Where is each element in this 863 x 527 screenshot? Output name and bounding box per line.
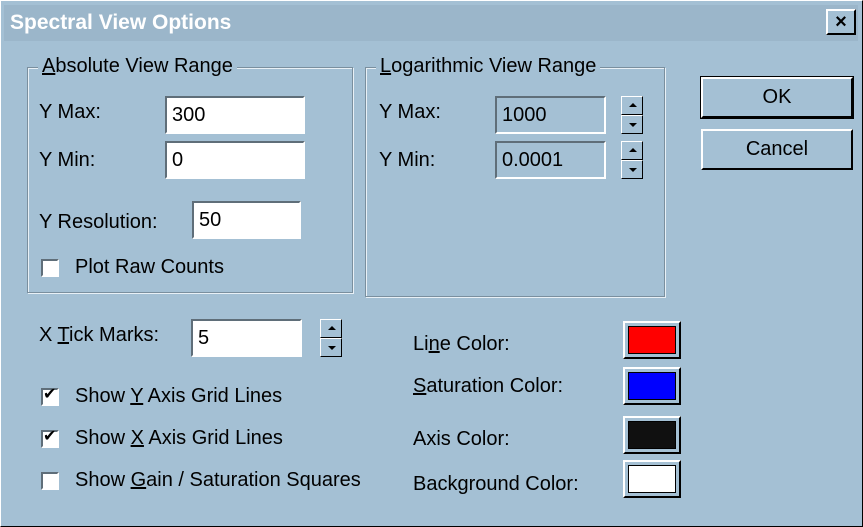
show-y-axis-grid-checkbox[interactable]: ✔	[41, 386, 59, 406]
show-x-axis-grid-label: Show X Axis Grid Lines	[75, 427, 283, 449]
spin-up-icon	[328, 326, 336, 330]
log-ymax-label: Y Max:	[379, 101, 441, 123]
show-gain-saturation-label: Show Gain / Saturation Squares	[75, 469, 361, 491]
x-tick-marks-label: X Tick Marks:	[39, 324, 160, 346]
spin-down-icon	[328, 346, 336, 350]
background-color-button[interactable]	[623, 460, 681, 498]
window-title: Spectral View Options	[10, 11, 232, 34]
saturation-color-label: Saturation Color:	[413, 375, 564, 397]
line-color-label: Line Color:	[413, 333, 510, 355]
abs-yres-input[interactable]: 50	[192, 201, 301, 239]
abs-yres-label: Y Resolution:	[39, 211, 158, 233]
spin-up-icon	[629, 148, 637, 152]
log-ymin-spin-down[interactable]	[621, 160, 643, 179]
close-button[interactable]: ×	[826, 9, 856, 35]
saturation-color-swatch	[628, 372, 676, 400]
log-ymin-spin-up[interactable]	[621, 141, 643, 160]
cancel-button[interactable]: Cancel	[701, 129, 853, 170]
plot-raw-counts-label: Plot Raw Counts	[75, 256, 224, 278]
axis-color-button[interactable]	[623, 416, 681, 454]
logarithmic-view-range-legend: Logarithmic View Range	[376, 55, 601, 78]
abs-ymin-input[interactable]: 0	[165, 141, 305, 179]
ok-button[interactable]: OK	[700, 76, 854, 119]
plot-raw-counts-checkbox[interactable]	[41, 259, 59, 277]
x-tick-spin-up[interactable]	[320, 319, 342, 338]
show-gain-saturation-checkbox[interactable]	[41, 472, 59, 490]
background-color-label: Background Color:	[413, 473, 579, 495]
log-ymax-input[interactable]: 1000	[495, 96, 606, 134]
log-ymin-spinner[interactable]	[621, 141, 643, 179]
title-bar[interactable]: Spectral View Options ×	[4, 5, 858, 41]
checkmark-icon: ✔	[43, 386, 57, 403]
checkmark-icon: ✔	[43, 428, 57, 445]
abs-ymax-label: Y Max:	[39, 101, 101, 123]
spin-up-icon	[629, 103, 637, 107]
close-icon: ×	[835, 10, 847, 33]
log-ymax-spin-up[interactable]	[621, 96, 643, 115]
background-color-swatch	[628, 465, 676, 493]
abs-ymin-label: Y Min:	[39, 149, 96, 171]
abs-ymax-input[interactable]: 300	[165, 96, 305, 134]
log-ymin-input[interactable]: 0.0001	[495, 141, 606, 179]
spectral-view-options-dialog: Spectral View Options × Absolute View Ra…	[0, 0, 863, 527]
spin-down-icon	[629, 123, 637, 127]
show-y-axis-grid-label: Show Y Axis Grid Lines	[75, 385, 283, 407]
absolute-view-range-legend: Absolute View Range	[38, 55, 237, 78]
log-ymin-label: Y Min:	[379, 149, 436, 171]
x-tick-marks-input[interactable]: 5	[191, 319, 302, 357]
spin-down-icon	[629, 168, 637, 172]
log-ymax-spin-down[interactable]	[621, 115, 643, 134]
axis-color-label: Axis Color:	[413, 428, 510, 450]
x-tick-marks-spinner[interactable]	[320, 319, 342, 357]
line-color-swatch	[628, 326, 676, 354]
x-tick-spin-down[interactable]	[320, 338, 342, 357]
saturation-color-button[interactable]	[623, 367, 681, 405]
show-x-axis-grid-checkbox[interactable]: ✔	[41, 428, 59, 448]
line-color-button[interactable]	[623, 321, 681, 359]
axis-color-swatch	[628, 421, 676, 449]
log-ymax-spinner[interactable]	[621, 96, 643, 134]
